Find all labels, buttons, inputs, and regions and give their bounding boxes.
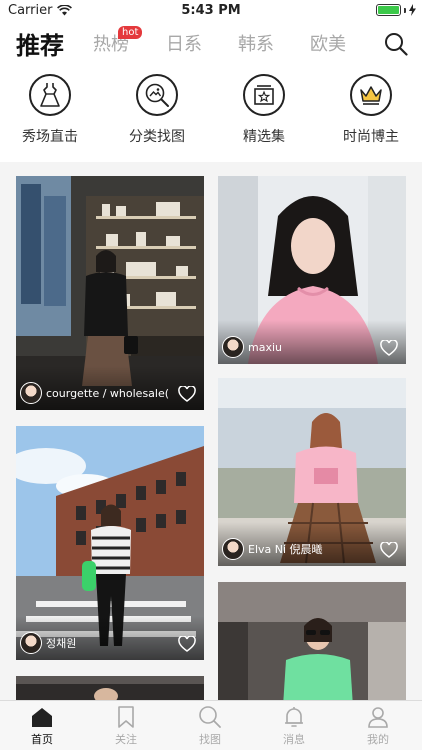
heart-icon[interactable] <box>178 386 196 402</box>
bottom-tab-label: 关注 <box>115 733 137 746</box>
user-icon <box>368 707 388 728</box>
image-feed[interactable]: courgette / wholesale(… maxiu 정채원 Elva N… <box>0 170 422 700</box>
category-runway[interactable]: 秀场直击 <box>0 72 100 146</box>
feed-card[interactable]: courgette / wholesale(… <box>16 176 204 410</box>
category-label: 秀场直击 <box>22 129 78 145</box>
author-tag[interactable]: courgette / wholesale(… <box>20 382 170 404</box>
author-tag[interactable]: 정채원 <box>20 632 76 654</box>
home-icon <box>32 708 52 727</box>
search-icon[interactable] <box>384 32 408 56</box>
heart-icon[interactable] <box>178 636 196 652</box>
tab-korea[interactable]: 韩系 <box>238 30 274 56</box>
author-tag[interactable]: Elva Ni 倪晨曦 <box>222 538 323 560</box>
top-tabs: 推荐 热榜 hot 日系 韩系 欧美 <box>0 24 422 64</box>
feed-card[interactable]: 정채원 <box>16 426 204 660</box>
category-bloggers[interactable]: 时尚博主 <box>321 72 421 146</box>
bottom-tab-messages[interactable]: 消息 <box>252 705 336 747</box>
avatar <box>222 538 244 560</box>
feed-card[interactable] <box>218 582 406 700</box>
battery-icon <box>376 4 401 16</box>
category-label: 精选集 <box>243 129 285 145</box>
tab-recommend[interactable]: 推荐 <box>16 26 64 61</box>
feed-card[interactable]: Elva Ni 倪晨曦 <box>218 378 406 566</box>
tab-western[interactable]: 欧美 <box>310 30 346 56</box>
bell-icon <box>285 707 303 727</box>
status-bar: Carrier 5:43 PM <box>0 0 422 22</box>
dress-icon <box>40 83 60 107</box>
author-name: maxiu <box>248 340 282 354</box>
bottom-tab-home[interactable]: 首页 <box>0 705 84 747</box>
bottom-tab-label: 消息 <box>283 733 305 746</box>
crown-icon <box>360 86 382 105</box>
tab-japan[interactable]: 日系 <box>166 30 202 56</box>
feed-card[interactable]: maxiu <box>218 176 406 364</box>
bookmark-icon <box>118 706 134 728</box>
author-name: courgette / wholesale(… <box>46 386 170 400</box>
bottom-tab-profile[interactable]: 我的 <box>336 705 420 747</box>
category-find-image[interactable]: 分类找图 <box>107 72 207 146</box>
bottom-tab-label: 首页 <box>31 733 53 746</box>
heart-icon[interactable] <box>380 542 398 558</box>
status-time: 5:43 PM <box>181 3 241 18</box>
avatar <box>20 632 42 654</box>
feed-photo <box>218 582 406 700</box>
feed-photo <box>16 676 204 700</box>
heart-icon[interactable] <box>380 340 398 356</box>
author-name: 정채원 <box>46 637 77 650</box>
search-icon <box>199 706 221 728</box>
bottom-tab-find-image[interactable]: 找图 <box>168 705 252 747</box>
author-name: Elva Ni 倪晨曦 <box>248 543 323 556</box>
bottom-tab-follow[interactable]: 关注 <box>84 705 168 747</box>
category-label: 分类找图 <box>129 129 185 145</box>
bottom-tab-bar: 首页 关注 找图 消息 我的 <box>0 700 422 750</box>
charging-icon <box>409 4 416 16</box>
section-divider <box>0 162 422 170</box>
feed-card[interactable] <box>16 676 204 700</box>
bottom-tab-label: 我的 <box>367 733 389 746</box>
avatar <box>20 382 42 404</box>
author-tag[interactable]: maxiu <box>222 336 282 358</box>
avatar <box>222 336 244 358</box>
category-label: 时尚博主 <box>343 129 399 145</box>
hot-badge: hot <box>118 26 143 39</box>
bottom-tab-label: 找图 <box>199 733 221 746</box>
category-row: 秀场直击 分类找图 精选集 时尚博主 <box>0 72 422 156</box>
image-search-icon <box>145 83 169 107</box>
category-collections[interactable]: 精选集 <box>214 72 314 146</box>
star-box-icon <box>254 85 274 105</box>
